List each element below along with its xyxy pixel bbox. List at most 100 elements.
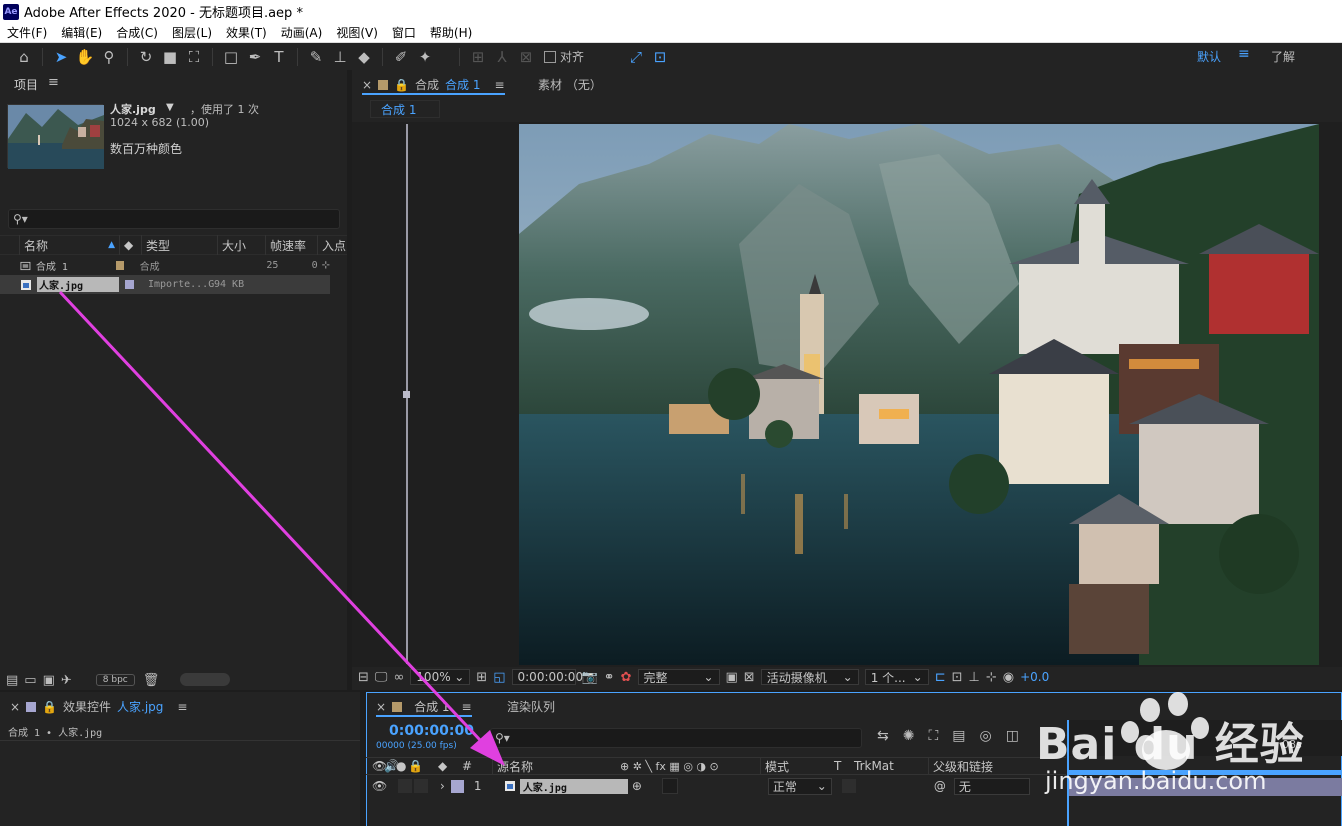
- roto-brush-icon[interactable]: ✐: [389, 45, 413, 69]
- project-panel-title[interactable]: 项目: [14, 76, 38, 93]
- column-in[interactable]: 入点: [318, 235, 346, 255]
- workspace-learn[interactable]: 了解: [1271, 48, 1295, 65]
- puppet-tool-icon[interactable]: ✦: [413, 45, 437, 69]
- comp-mini-flowchart-icon[interactable]: ⇆: [877, 728, 889, 744]
- show-snapshot-icon[interactable]: ⚭: [604, 670, 615, 685]
- snap-checkbox[interactable]: [544, 50, 556, 63]
- mask-path-icon[interactable]: ◱: [493, 670, 505, 685]
- footage-viewer-tab[interactable]: 素材 （无）: [538, 76, 602, 93]
- text-tool-icon[interactable]: T: [267, 45, 291, 69]
- bounds-handle[interactable]: [403, 391, 410, 398]
- monitor-icon[interactable]: 🖵: [375, 670, 388, 685]
- menu-help[interactable]: 帮助(H): [423, 24, 479, 41]
- mode-header[interactable]: 模式: [760, 757, 834, 775]
- menu-composition[interactable]: 合成(C): [109, 24, 165, 41]
- camera-dropdown[interactable]: 活动摄像机 ⌄: [760, 669, 859, 685]
- transparency-grid-icon[interactable]: ⊠: [744, 670, 755, 685]
- selection-tool-icon[interactable]: ➤: [49, 45, 73, 69]
- always-preview-icon[interactable]: ⊟: [358, 670, 369, 685]
- timeline-timecode[interactable]: 0:00:00:00: [389, 723, 474, 739]
- color-channels-icon[interactable]: ✿: [621, 670, 632, 685]
- solo-toggle[interactable]: [398, 779, 412, 793]
- menu-animation[interactable]: 动画(A): [274, 24, 330, 41]
- project-search-input[interactable]: ⚲▾: [8, 209, 340, 229]
- lock-icon[interactable]: 🔒: [42, 700, 57, 714]
- menu-effect[interactable]: 效果(T): [219, 24, 274, 41]
- source-name-header[interactable]: 源名称: [492, 757, 620, 775]
- column-size[interactable]: 大小: [218, 235, 266, 255]
- toggle-pixel-aspect-icon[interactable]: ⊏: [935, 670, 946, 685]
- eye-icon[interactable]: 👁: [372, 779, 387, 793]
- effect-controls-tab[interactable]: × 🔒 效果控件 人家.jpg ≡: [10, 698, 187, 715]
- eraser-tool-icon[interactable]: ◆: [352, 45, 376, 69]
- interpret-footage-icon[interactable]: ▤: [6, 673, 18, 688]
- bit-depth-button[interactable]: 8 bpc: [95, 674, 135, 686]
- menu-file[interactable]: 文件(F): [0, 24, 54, 41]
- draft-3d-icon[interactable]: ✺: [903, 728, 915, 744]
- timeline-search-input[interactable]: ⚲▾: [490, 728, 862, 748]
- parent-dropdown[interactable]: 无: [953, 777, 1030, 795]
- brush-tool-icon[interactable]: ✎: [304, 45, 328, 69]
- panel-menu-icon[interactable]: ≡: [462, 700, 472, 714]
- blend-mode-dropdown[interactable]: 正常 ⌄: [767, 777, 832, 795]
- pan-behind-icon[interactable]: ⛶: [182, 45, 206, 69]
- menu-layer[interactable]: 图层(L): [165, 24, 219, 41]
- timeline-layer-row[interactable]: 👁 › 1 人家.jpg ⊕ 正常 ⌄ @ 无: [366, 776, 1066, 796]
- workspace-menu-icon[interactable]: ≡: [1238, 46, 1250, 62]
- fast-previews-icon[interactable]: ⊡: [952, 670, 963, 685]
- project-scrollbar[interactable]: [180, 673, 230, 686]
- asset-dropdown-icon[interactable]: ▼: [166, 102, 174, 113]
- flowchart-launch-icon[interactable]: ✈: [61, 673, 72, 688]
- home-icon[interactable]: ⌂: [12, 45, 36, 69]
- comp-viewer-tab[interactable]: × 🔒 合成 合成 1 ≡: [362, 76, 505, 95]
- trash-icon[interactable]: 🗑: [143, 673, 160, 688]
- resolution-dropdown[interactable]: 完整 ⌄: [637, 669, 720, 685]
- menu-view[interactable]: 视图(V): [329, 24, 385, 41]
- quality-switch[interactable]: [661, 778, 678, 794]
- mask-visibility-icon[interactable]: ∞: [393, 670, 404, 685]
- workspace-default[interactable]: 默认: [1197, 48, 1221, 65]
- pick-whip-icon[interactable]: @: [934, 779, 954, 793]
- snap-toggle[interactable]: 对齐: [544, 48, 584, 65]
- new-comp-icon[interactable]: ▣: [43, 673, 55, 688]
- safe-areas-icon[interactable]: ⊞: [476, 670, 487, 685]
- view-axis-icon[interactable]: ⊠: [514, 45, 538, 69]
- motion-blur-icon[interactable]: ◎: [980, 728, 992, 744]
- panel-menu-icon[interactable]: ≡: [177, 700, 187, 714]
- timeline-toggle-icon[interactable]: ⊥: [969, 670, 980, 685]
- shy-layers-icon[interactable]: ⛶: [928, 728, 938, 744]
- world-axis-icon[interactable]: ⅄: [490, 45, 514, 69]
- rectangle-tool-icon[interactable]: □: [219, 45, 243, 69]
- frame-blending-icon[interactable]: ▤: [952, 728, 965, 744]
- zoom-dropdown[interactable]: 100% ⌄: [410, 669, 471, 685]
- preserve-transparency-toggle[interactable]: [841, 779, 856, 793]
- hand-tool-icon[interactable]: ✋: [73, 45, 97, 69]
- camera-tool-icon[interactable]: ■: [158, 45, 182, 69]
- menu-window[interactable]: 窗口: [385, 24, 423, 41]
- project-row-footage[interactable]: 人家.jpg Importe...G 94 KB: [0, 275, 330, 294]
- expand-chevron-icon[interactable]: ›: [440, 779, 445, 793]
- snap-edges-icon[interactable]: ⤢: [624, 45, 648, 69]
- column-fps[interactable]: 帧速率: [266, 235, 318, 255]
- current-time-field[interactable]: 0:00:00:00: [511, 669, 583, 685]
- close-icon[interactable]: ×: [376, 700, 386, 714]
- lock-icon[interactable]: 🔒: [394, 78, 409, 92]
- close-icon[interactable]: ×: [10, 700, 20, 714]
- pen-tool-icon[interactable]: ✒: [243, 45, 267, 69]
- new-folder-icon[interactable]: ▭: [24, 673, 36, 688]
- reset-exposure-icon[interactable]: ◉: [1003, 670, 1014, 685]
- clone-stamp-icon[interactable]: ⊥: [328, 45, 352, 69]
- row-name[interactable]: 人家.jpg: [37, 277, 119, 292]
- snapshot-icon[interactable]: 📷: [582, 670, 598, 685]
- views-dropdown[interactable]: 1 个... ⌄: [864, 669, 929, 685]
- render-queue-tab[interactable]: 渲染队列: [507, 698, 555, 715]
- local-axis-icon[interactable]: ⊞: [466, 45, 490, 69]
- layer-name[interactable]: 人家.jpg: [519, 778, 628, 794]
- flowchart-icon[interactable]: ⊹: [986, 670, 997, 685]
- flowchart-icon[interactable]: ⊹: [322, 260, 330, 271]
- column-name[interactable]: 名称 ▲: [20, 235, 120, 255]
- project-row-comp[interactable]: 合成 1 合成 25 0 ⊹: [0, 256, 330, 275]
- graph-editor-icon[interactable]: ◫: [1006, 728, 1019, 744]
- region-of-interest-icon[interactable]: ▣: [726, 670, 738, 685]
- zoom-tool-icon[interactable]: ⚲: [97, 45, 121, 69]
